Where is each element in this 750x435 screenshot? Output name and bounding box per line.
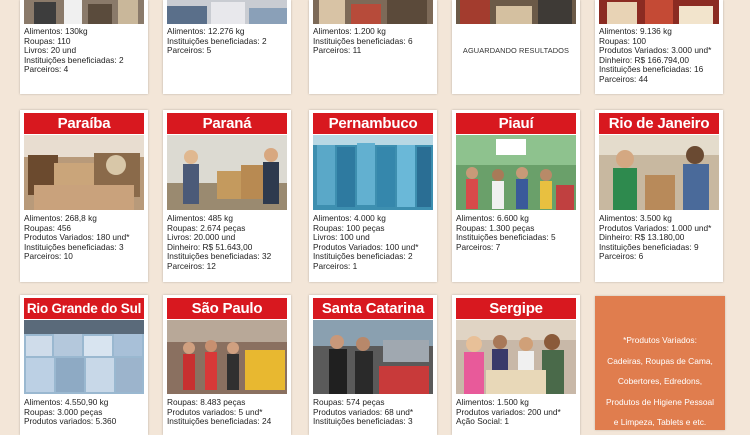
footnote-line: e Limpeza, Tablets e etc. <box>613 417 707 427</box>
stats-list: Alimentos: 1.500 kg Produtos variados: 2… <box>456 397 578 427</box>
stat-line: Parceiros: 44 <box>599 73 648 84</box>
card-sergipe: Sergipe Alimentos: 1.500 kg Produtos var… <box>452 295 580 435</box>
donation-photo <box>599 0 719 24</box>
footnote-box: *Produtos Variados: Cadeiras, Roupas de … <box>595 296 725 430</box>
card-state-4: AGUARDANDO RESULTADOS <box>452 0 580 94</box>
card-sao-paulo: São Paulo Roupas: 8.483 peças Produtos v… <box>163 295 291 435</box>
state-title: Paraíba <box>24 113 144 134</box>
card-state-3: Alimentos: 1.200 kg Instituições benefic… <box>309 0 437 94</box>
donation-photo <box>456 135 576 210</box>
state-title: Paraná <box>167 113 287 134</box>
stats-list: Alimentos: 6.600 kg Roupas: 1.300 peças … <box>456 213 578 252</box>
footnote-text: *Produtos Variados: Cadeiras, Roupas de … <box>599 330 721 433</box>
stats-list: Alimentos: 12.276 kg Instituições benefi… <box>167 26 289 56</box>
stat-line: Parceiros: 5 <box>167 45 212 56</box>
stat-line: Parceiros: 12 <box>167 260 216 271</box>
donation-photo <box>313 135 433 210</box>
footnote-line: Cobertores, Edredons, <box>617 376 703 386</box>
stats-list: Alimentos: 9.136 kg Roupas: 100 Produtos… <box>599 26 721 85</box>
stats-list: Alimentos: 4.000 kg Roupas: 100 peças Li… <box>313 213 435 272</box>
stats-list: Alimentos: 130kg Roupas: 110 Livros: 20 … <box>24 26 146 75</box>
stat-line: Produtos variados: 5.360 <box>24 416 117 427</box>
stat-line: Parceiros: 11 <box>313 45 362 56</box>
stats-list: Alimentos: 4.550,90 kg Roupas: 3.000 peç… <box>24 397 146 427</box>
footnote-line: *Produtos Variados: <box>623 335 697 345</box>
stat-line: Instituições beneficiadas: 3 <box>313 416 413 427</box>
donation-photo <box>167 135 287 210</box>
stat-line: Ação Social: 1 <box>456 416 510 427</box>
card-state-1: Alimentos: 130kg Roupas: 110 Livros: 20 … <box>20 0 148 94</box>
stat-line: Parceiros: 4 <box>24 64 69 75</box>
state-title: São Paulo <box>167 298 287 319</box>
stat-line: Instituições beneficiadas: 24 <box>167 416 272 427</box>
footnote-line: Cadeiras, Roupas de Cama, <box>607 355 713 366</box>
stats-list: Alimentos: 1.200 kg Instituições benefic… <box>313 26 435 56</box>
stat-line: Parceiros: 6 <box>599 251 644 262</box>
stats-list: Alimentos: 3.500 kg Produtos Variados: 1… <box>599 213 721 262</box>
donation-photo <box>456 320 576 394</box>
stats-list: Alimentos: 485 kg Roupas: 2.674 peças Li… <box>167 213 289 272</box>
card-rio-grande-do-sul: Rio Grande do Sul Alimentos: 4.550,90 kg… <box>20 295 148 435</box>
footnote-line: Produtos de Higiene Pessoal <box>605 396 714 407</box>
state-title: Rio Grande do Sul <box>24 298 144 319</box>
stat-line: Parceiros: 10 <box>24 251 73 262</box>
card-santa-catarina: Santa Catarina Roupas: 574 peças Produto… <box>309 295 437 435</box>
donation-photo <box>24 135 144 210</box>
card-rio-de-janeiro: Rio de Janeiro Alimentos: 3.500 kg Produ… <box>595 110 723 282</box>
donation-photo <box>313 0 433 24</box>
donation-photo <box>167 0 287 24</box>
donation-photo <box>599 135 719 210</box>
donation-photo <box>24 320 144 394</box>
card-state-2: Alimentos: 12.276 kg Instituições benefi… <box>163 0 291 94</box>
state-title: Piauí <box>456 113 576 134</box>
stats-list: Alimentos: 268,8 kg Roupas: 456 Produtos… <box>24 213 146 262</box>
card-state-5: Alimentos: 9.136 kg Roupas: 100 Produtos… <box>595 0 723 94</box>
state-title: Santa Catarina <box>313 298 433 319</box>
state-title: Pernambuco <box>313 113 433 134</box>
card-piaui: Piauí Alimentos: 6.600 kg Roupas: 1.300 … <box>452 110 580 282</box>
card-parana: Paraná Alimentos: 485 kg Roupas: 2.674 p… <box>163 110 291 282</box>
stats-list: Roupas: 574 peças Produtos variados: 68 … <box>313 397 435 427</box>
awaiting-results-text: AGUARDANDO RESULTADOS <box>462 46 570 55</box>
card-paraiba: Paraíba Alimentos: 268,8 kg Roupas: 456 … <box>20 110 148 282</box>
stat-line: Parceiros: 1 <box>313 260 358 271</box>
donation-photo <box>456 0 576 24</box>
state-title: Rio de Janeiro <box>599 113 719 134</box>
state-title: Sergipe <box>456 298 576 319</box>
donation-photo <box>167 320 287 394</box>
card-pernambuco: Pernambuco Alimentos: 4.000 kg Roupas: 1… <box>309 110 437 282</box>
donation-photo <box>24 0 144 24</box>
donation-photo <box>313 320 433 394</box>
stats-list: Roupas: 8.483 peças Produtos variados: 5… <box>167 397 289 427</box>
stat-line: Parceiros: 7 <box>456 241 501 252</box>
